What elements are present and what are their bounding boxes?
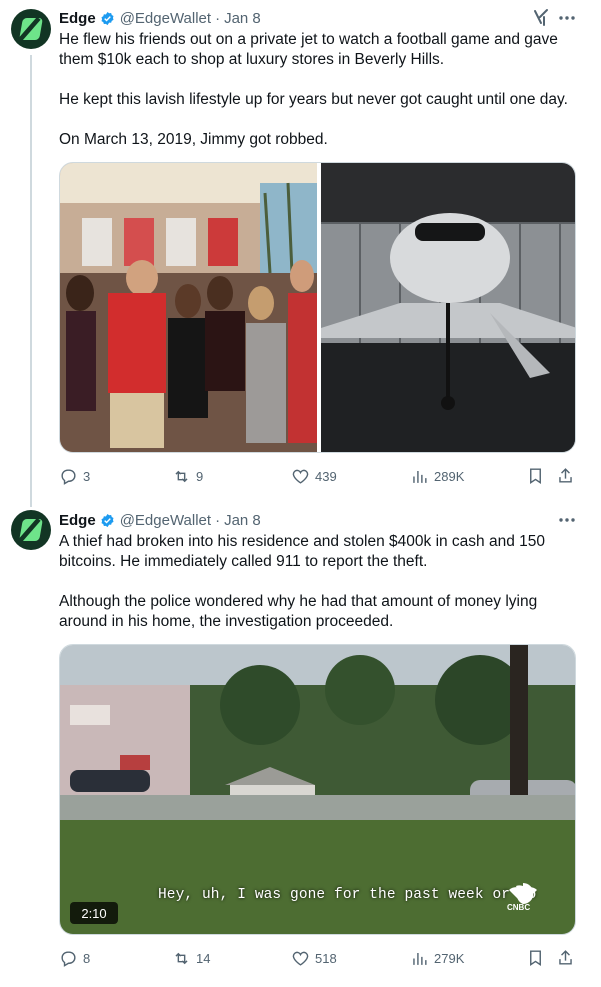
like-count: 518 [315, 950, 337, 966]
verified-badge-icon [101, 11, 114, 25]
cnbc-watermark: CNBC [507, 903, 531, 912]
bookmark-icon[interactable] [526, 466, 545, 485]
separator-dot: · [215, 511, 221, 529]
views-button[interactable]: 289K [410, 466, 464, 486]
tweet-text-line: He flew his friends out on a private jet… [59, 31, 558, 48]
reply-button[interactable]: 8 [59, 948, 90, 968]
views-chart-icon [413, 952, 427, 965]
more-options-icon[interactable] [556, 8, 578, 28]
reply-icon [61, 468, 76, 485]
reply-button[interactable]: 3 [59, 466, 90, 486]
video-duration-badge: 2:10 [70, 902, 118, 924]
tweet-text-line: On March 13, 2019, Jimmy got robbed. [59, 131, 328, 148]
tweet-text-line: He kept this lavish lifestyle up for yea… [59, 91, 568, 108]
bookmark-icon[interactable] [526, 948, 545, 967]
media-images [60, 163, 576, 453]
like-button[interactable]: 439 [291, 466, 337, 486]
repost-icon [175, 470, 188, 482]
rose-bowl-photo[interactable] [60, 163, 317, 453]
heart-icon [292, 951, 309, 966]
author-handle[interactable]: @EdgeWallet [120, 10, 211, 27]
tweet-actions: 3 9 439 289K [59, 466, 579, 486]
private-jet-photo[interactable] [321, 163, 576, 453]
avatar[interactable] [11, 9, 51, 49]
author-name[interactable]: Edge [59, 10, 96, 27]
repost-count: 14 [196, 950, 211, 966]
views-chart-icon [413, 470, 427, 483]
more-options-icon[interactable] [556, 510, 578, 530]
tweet-text: A thief had broken into his residence an… [59, 532, 569, 632]
repost-icon [175, 952, 188, 964]
tweet-text-line: them $10k each to shop at luxury stores … [59, 51, 445, 68]
author-handle[interactable]: @EdgeWallet [120, 512, 211, 529]
tweet-text-line: bitcoins. He immediately called 911 to r… [59, 553, 428, 570]
author-name[interactable]: Edge [59, 512, 96, 529]
repost-button[interactable]: 9 [172, 466, 203, 486]
tweet-text-line: around in his home, the investigation pr… [59, 613, 394, 630]
video-caption: Hey, uh, I was gone for the past week or… [158, 887, 537, 903]
tweet-header: Edge @EdgeWallet · Jan 8 [59, 510, 261, 530]
view-count: 289K [434, 468, 465, 484]
reply-icon [61, 950, 76, 967]
repost-button[interactable]: 14 [172, 948, 210, 968]
share-icon[interactable] [556, 466, 575, 485]
repost-count: 9 [196, 468, 204, 484]
heart-icon [292, 469, 309, 484]
reply-count: 8 [83, 950, 91, 966]
verified-badge-icon [101, 513, 114, 527]
tweet-text-line: Although the police wondered why he had … [59, 593, 538, 610]
edge-logo-icon [19, 18, 43, 40]
views-button[interactable]: 279K [410, 948, 464, 968]
tweet-date[interactable]: Jan 8 [224, 512, 261, 529]
avatar[interactable] [11, 510, 51, 550]
tweet-media-grid[interactable] [59, 162, 576, 453]
tweet-date[interactable]: Jan 8 [224, 10, 261, 27]
tweet-1[interactable]: Edge @EdgeWallet · Jan 8 He flew his fri… [0, 0, 601, 500]
like-count: 439 [315, 468, 337, 484]
separator-dot: · [215, 9, 221, 27]
edge-logo-icon [19, 519, 43, 541]
grok-icon[interactable] [531, 7, 551, 27]
like-button[interactable]: 518 [291, 948, 337, 968]
tweet-actions: 8 14 518 279K [59, 948, 579, 968]
tweet-text: He flew his friends out on a private jet… [59, 30, 569, 150]
tweet-header: Edge @EdgeWallet · Jan 8 [59, 8, 261, 28]
view-count: 279K [434, 950, 465, 966]
reply-count: 3 [83, 468, 91, 484]
tweet-text-line: A thief had broken into his residence an… [59, 533, 546, 550]
share-icon[interactable] [556, 948, 575, 967]
